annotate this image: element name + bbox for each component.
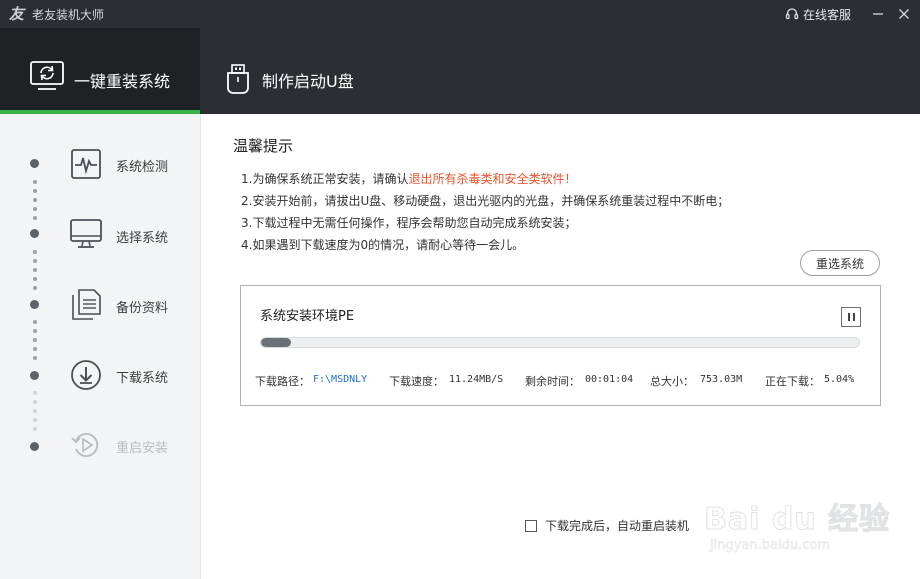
timeline-dot [33, 259, 37, 263]
header-tabs: 一键重装系统 制作启动U盘 [0, 28, 920, 114]
tab-one-click-reinstall[interactable]: 一键重装系统 [0, 28, 200, 114]
steps-sidebar: 系统检测 选择系统 备份资料 下载系统 重启安装 [0, 114, 201, 579]
app-logo-icon: 友 [9, 5, 25, 23]
online-support-button[interactable]: 在线客服 [785, 5, 851, 23]
headset-icon [785, 8, 799, 20]
remaining-label: 剩余时间： [525, 375, 580, 388]
minimize-button[interactable] [868, 4, 888, 24]
download-title: 系统安装环境PE [260, 309, 355, 324]
status-label: 正在下载： [765, 375, 820, 388]
step-dot [30, 371, 39, 380]
timeline-dot [33, 216, 37, 220]
step-label-restart-install: 重启安装 [116, 441, 169, 456]
pause-icon [847, 313, 850, 321]
timeline-dot [33, 286, 37, 290]
tip-line-2: 2.安装开始前，请拔出U盘、移动硬盘，退出光驱内的光盘，并确保系统重装过程中不断… [241, 194, 730, 208]
documents-icon [72, 289, 101, 320]
tips-title: 温馨提示 [233, 137, 294, 155]
tab-make-boot-usb[interactable]: 制作启动U盘 [200, 28, 400, 114]
progress-fill [261, 338, 292, 347]
size-value: 753.03M [700, 374, 743, 385]
timeline-dot [33, 180, 37, 184]
close-button[interactable] [894, 4, 914, 24]
auto-restart-option[interactable]: 下载完成后，自动重启装机 [525, 517, 689, 534]
auto-restart-checkbox[interactable] [525, 519, 537, 532]
step-dot [30, 300, 39, 309]
step-dot [30, 159, 39, 168]
step-label-select-system: 选择系统 [116, 231, 169, 246]
timeline-dot [33, 250, 37, 254]
path-label: 下载路径： [255, 375, 310, 388]
online-support-label: 在线客服 [803, 7, 852, 22]
step-label-download: 下载系统 [116, 371, 169, 386]
speed-value: 11.24MB/S [449, 374, 504, 385]
reselect-system-button[interactable]: 重选系统 [800, 250, 880, 276]
minimize-icon [873, 13, 883, 15]
timeline-dot [33, 391, 37, 395]
download-circle-icon [71, 360, 101, 390]
tip-line-1: 1.为确保系统正常安装，请确认退出所有杀毒类和安全类软件！ [241, 170, 576, 187]
timeline-dot [33, 329, 37, 333]
timeline-dot [33, 207, 37, 211]
status-value: 5.04% [824, 374, 855, 385]
timeline-dot [33, 277, 37, 281]
timeline-dot [33, 189, 37, 193]
tip-line-1-text: 1.为确保系统正常安装，请确认 [241, 172, 409, 186]
tip-warning-text: 退出所有杀毒类和安全类软件！ [408, 172, 577, 186]
monitor-refresh-icon [30, 61, 64, 90]
timeline-dot [33, 320, 37, 324]
app-title: 老友装机大师 [32, 8, 105, 22]
timeline-dot [33, 338, 37, 342]
step-label-system-check: 系统检测 [116, 160, 169, 175]
size-label: 总大小： [650, 375, 694, 388]
tab-label: 制作启动U盘 [262, 72, 354, 91]
title-bar: 友 老友装机大师 在线客服 [0, 0, 920, 28]
timeline-dot [33, 409, 37, 413]
step-dot [30, 442, 39, 451]
auto-restart-label: 下载完成后，自动重启装机 [545, 519, 690, 533]
tip-line-3: 3.下载过程中无需任何操作，程序会帮助您自动完成系统安装； [241, 216, 577, 230]
pause-icon [852, 313, 855, 321]
path-value: F:\MSDNLY [313, 374, 368, 385]
close-icon [899, 9, 909, 19]
timeline-dot [33, 356, 37, 360]
timeline-dot [33, 427, 37, 431]
speed-label: 下载速度： [389, 375, 444, 388]
step-dot [30, 229, 39, 238]
timeline-dot [33, 400, 37, 404]
main-panel: 温馨提示 1.为确保系统正常安装，请确认退出所有杀毒类和安全类软件！ 2.安装开… [201, 114, 920, 579]
download-panel: 系统安装环境PE 下载路径： F:\MSDNLY 下载速度： 11.24MB/S… [240, 285, 881, 406]
usb-drive-icon [227, 64, 249, 94]
step-label-backup: 备份资料 [116, 301, 169, 316]
pause-button[interactable] [841, 307, 861, 327]
timeline-dot [33, 347, 37, 351]
tip-line-4: 4.如果遇到下载速度为0的情况，请耐心等待一会儿。 [241, 238, 525, 252]
timeline-dot [33, 418, 37, 422]
remaining-value: 00:01:04 [585, 374, 634, 385]
timeline-dot [33, 198, 37, 202]
restart-play-icon [71, 433, 99, 457]
monitor-icon [70, 219, 102, 248]
progress-bar [260, 337, 860, 348]
heartbeat-monitor-icon [71, 149, 101, 179]
tab-label: 一键重装系统 [74, 72, 171, 91]
timeline-dot [33, 268, 37, 272]
